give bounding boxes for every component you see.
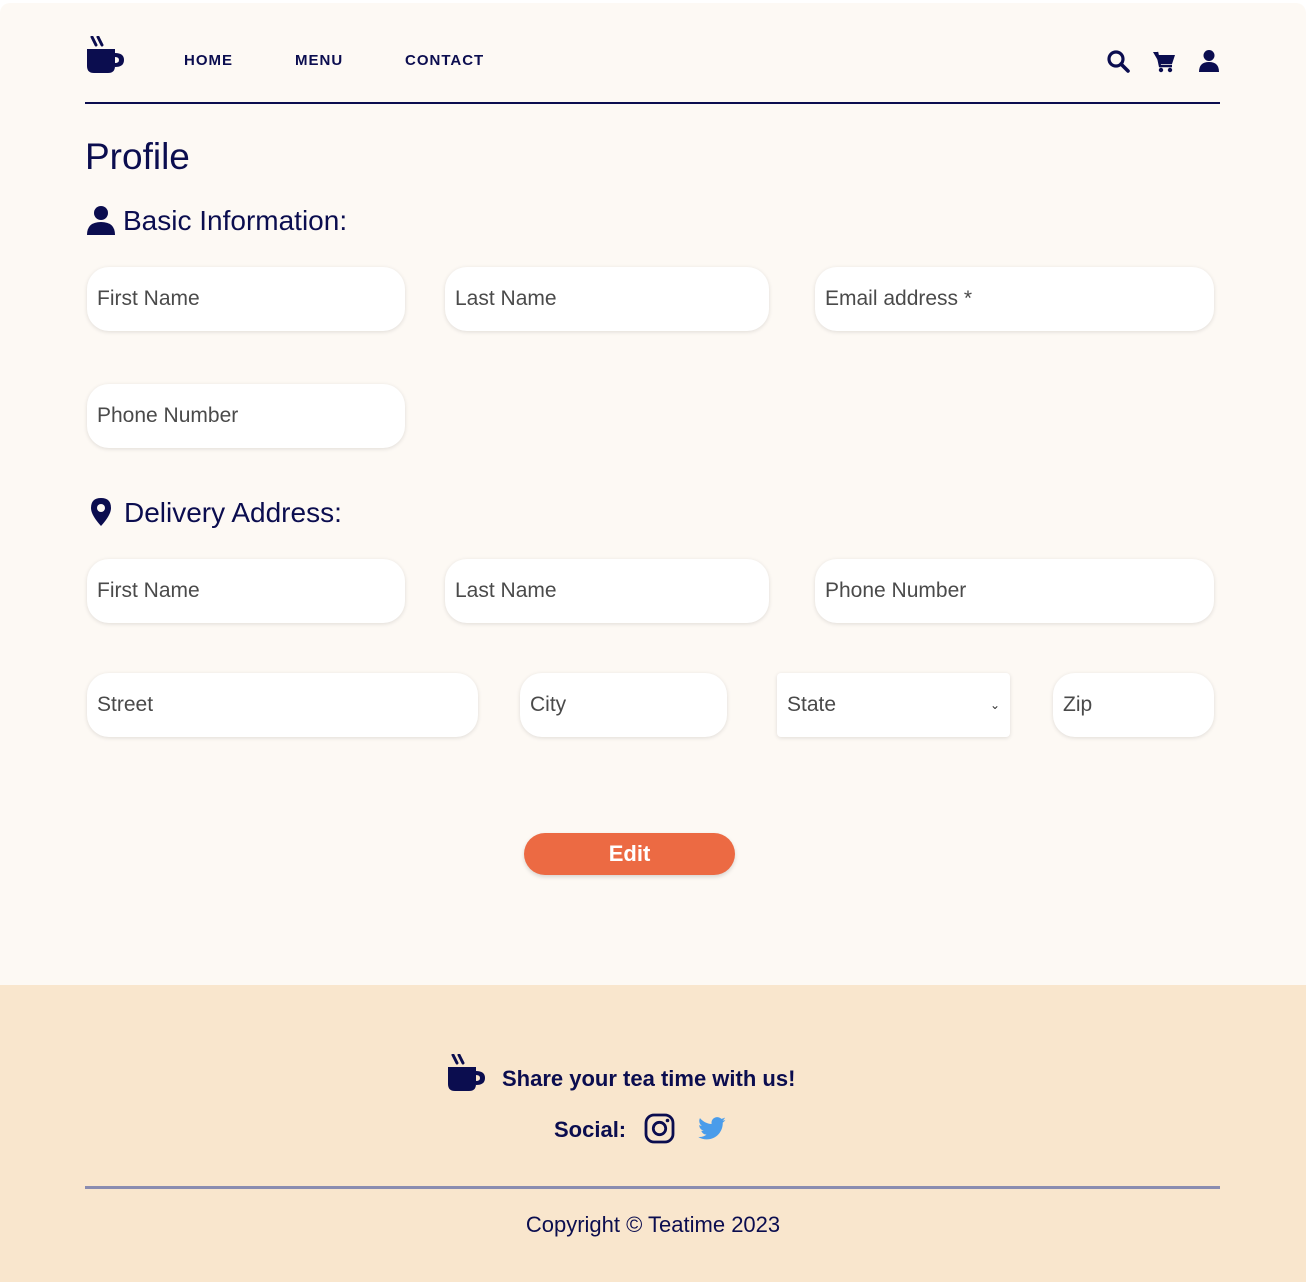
state-select[interactable]: State ⌄ (777, 673, 1010, 737)
basic-last-name-field[interactable] (445, 267, 769, 331)
footer-divider (85, 1186, 1220, 1189)
header-divider (85, 102, 1220, 104)
delivery-first-name-field[interactable] (87, 559, 405, 623)
basic-first-name-field[interactable] (87, 267, 405, 331)
nav-home-link[interactable]: HOME (184, 52, 233, 69)
copyright-text: Copyright © Teatime 2023 (525, 1212, 781, 1237)
basic-information-heading: Basic Information: (123, 205, 348, 236)
location-pin-icon (91, 498, 111, 526)
teacup-icon (448, 1054, 485, 1091)
delivery-address-heading: Delivery Address: (124, 497, 342, 528)
delivery-last-name-field[interactable] (445, 559, 769, 623)
edit-button[interactable]: Edit (524, 833, 735, 875)
instagram-icon[interactable] (644, 1113, 675, 1144)
cart-icon[interactable] (1152, 49, 1176, 73)
teacup-logo-icon[interactable] (85, 36, 125, 74)
state-select-value: State (787, 693, 837, 716)
social-label: Social: (554, 1117, 627, 1142)
user-icon[interactable] (1197, 49, 1221, 73)
search-icon[interactable] (1106, 49, 1130, 73)
street-field[interactable] (87, 673, 478, 737)
twitter-icon[interactable] (697, 1114, 727, 1144)
nav-contact-link[interactable]: CONTACT (405, 52, 484, 69)
chevron-down-icon: ⌄ (989, 698, 1000, 712)
delivery-phone-field[interactable] (815, 559, 1214, 623)
user-icon (87, 206, 115, 235)
zip-field[interactable] (1053, 673, 1214, 737)
page-title: Profile (85, 136, 190, 177)
footer-tagline: Share your tea time with us! (502, 1066, 796, 1091)
nav-menu-link[interactable]: MENU (295, 52, 343, 69)
basic-phone-field[interactable] (87, 384, 405, 448)
city-field[interactable] (520, 673, 727, 737)
email-field[interactable] (815, 267, 1214, 331)
